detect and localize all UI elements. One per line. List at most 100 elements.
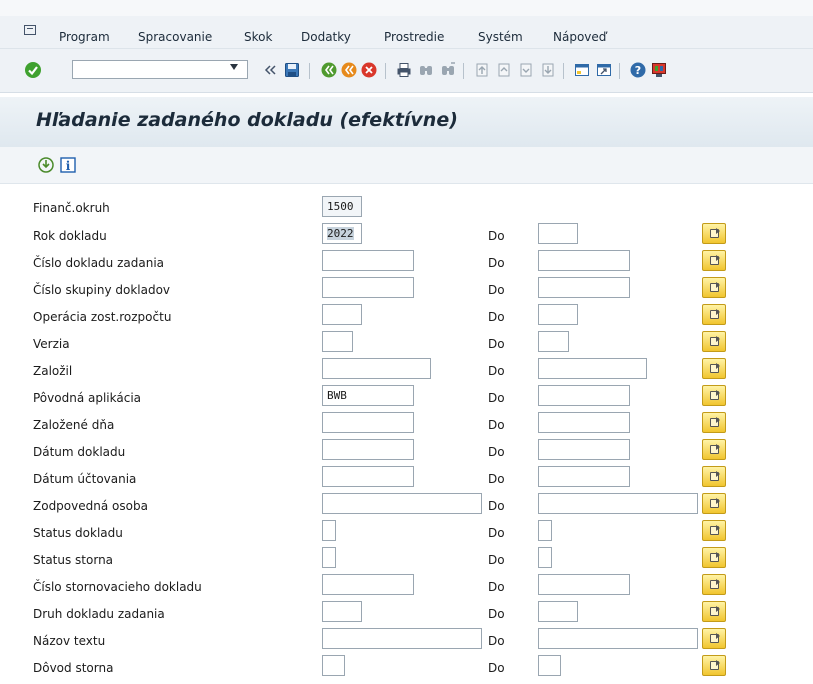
to-label: Do [488, 499, 505, 513]
status-dokladu-from-input[interactable] [322, 520, 336, 541]
operacia-zost-rozpoctu-to-input[interactable] [538, 304, 578, 325]
multiple-selection-button[interactable] [702, 304, 726, 325]
to-label: Do [488, 391, 505, 405]
zodpovedna-osoba-to-input[interactable] [538, 493, 698, 514]
menu-dodatky[interactable]: Dodatky [301, 30, 351, 44]
datum-uctovania-from-input[interactable] [322, 466, 414, 487]
cislo-dokladu-zadania-from-input[interactable] [322, 250, 414, 271]
multiple-selection-button[interactable] [702, 601, 726, 622]
svg-text:?: ? [635, 64, 641, 77]
multiple-selection-button[interactable] [702, 331, 726, 352]
rok-dokladu-from-input[interactable]: 2022 [322, 223, 362, 244]
menu-program[interactable]: Program [59, 30, 110, 44]
field-label: Verzia [33, 337, 70, 351]
cislo-stornovacieho-dokladu-from-input[interactable] [322, 574, 414, 595]
rok-dokladu-to-input[interactable] [538, 223, 578, 244]
standard-toolbar: ? [0, 49, 813, 93]
first-page-icon[interactable] [474, 62, 490, 78]
multiple-selection-button[interactable] [702, 223, 726, 244]
zodpovedna-osoba-from-input[interactable] [322, 493, 482, 514]
field-label: Pôvodná aplikácia [33, 391, 141, 405]
print-icon[interactable] [396, 62, 412, 78]
execute-icon[interactable] [38, 157, 54, 173]
info-icon[interactable]: i [60, 157, 76, 173]
enter-check-icon[interactable] [24, 61, 42, 79]
cislo-skupiny-dokladov-from-input[interactable] [322, 277, 414, 298]
svg-text:i: i [66, 159, 71, 173]
multiple-selection-button[interactable] [702, 628, 726, 649]
cancel-icon[interactable] [361, 62, 377, 78]
command-field[interactable] [72, 60, 248, 79]
multiple-selection-button[interactable] [702, 493, 726, 514]
multiple-selection-button[interactable] [702, 385, 726, 406]
cislo-skupiny-dokladov-to-input[interactable] [538, 277, 630, 298]
menu-napoved[interactable]: Nápoveď [553, 30, 606, 44]
multiple-selection-button[interactable] [702, 277, 726, 298]
multiple-selection-button[interactable] [702, 574, 726, 595]
multiple-selection-button[interactable] [702, 412, 726, 433]
nazov-textu-from-input[interactable] [322, 628, 482, 649]
druh-dokladu-zadania-to-input[interactable] [538, 601, 578, 622]
find-icon[interactable] [418, 62, 434, 78]
zalozene-dna-from-input[interactable] [322, 412, 414, 433]
to-label: Do [488, 526, 505, 540]
collapse-icon[interactable] [262, 62, 278, 78]
verzia-from-input[interactable] [322, 331, 353, 352]
help-icon[interactable]: ? [630, 62, 646, 78]
multiple-selection-button[interactable] [702, 358, 726, 379]
dovod-storna-to-input[interactable] [538, 655, 561, 676]
druh-dokladu-zadania-from-input[interactable] [322, 601, 362, 622]
finanacny-okruh-input[interactable]: 1500 [322, 196, 362, 217]
multiple-selection-button[interactable] [702, 547, 726, 568]
datum-uctovania-to-input[interactable] [538, 466, 630, 487]
povodna-aplikacia-from-input[interactable]: BWB [322, 385, 414, 406]
field-label: Dátum účtovania [33, 472, 137, 486]
menu-skok[interactable]: Skok [244, 30, 272, 44]
next-page-icon[interactable] [518, 62, 534, 78]
povodna-aplikacia-to-input[interactable] [538, 385, 630, 406]
new-session-icon[interactable] [574, 62, 590, 78]
multiple-selection-button[interactable] [702, 520, 726, 541]
multiple-selection-button[interactable] [702, 439, 726, 460]
customize-layout-icon[interactable] [651, 62, 667, 78]
last-page-icon[interactable] [540, 62, 556, 78]
multiple-selection-button[interactable] [702, 466, 726, 487]
status-storna-to-input[interactable] [538, 547, 552, 568]
page-title: Hľadanie zadaného dokladu (efektívne) [36, 109, 458, 131]
field-label: Číslo stornovacieho dokladu [33, 580, 202, 594]
back-icon[interactable] [321, 62, 337, 78]
to-label: Do [488, 337, 505, 351]
to-label: Do [488, 229, 505, 243]
operacia-zost-rozpoctu-from-input[interactable] [322, 304, 362, 325]
status-dokladu-to-input[interactable] [538, 520, 552, 541]
multiple-selection-button[interactable] [702, 250, 726, 271]
multiple-selection-button[interactable] [702, 655, 726, 676]
field-label: Názov textu [33, 634, 106, 648]
shortcut-icon[interactable] [596, 62, 612, 78]
field-label: Dôvod storna [33, 661, 114, 675]
zalozil-to-input[interactable] [538, 358, 647, 379]
save-icon[interactable] [284, 62, 300, 78]
verzia-to-input[interactable] [538, 331, 569, 352]
to-label: Do [488, 580, 505, 594]
exit-icon[interactable] [341, 62, 357, 78]
menu-system[interactable]: Systém [478, 30, 523, 44]
previous-page-icon[interactable] [496, 62, 512, 78]
dovod-storna-from-input[interactable] [322, 655, 345, 676]
datum-dokladu-to-input[interactable] [538, 439, 630, 460]
find-next-icon[interactable] [440, 62, 456, 78]
menu-spracovanie[interactable]: Spracovanie [138, 30, 212, 44]
command-dropdown-icon[interactable] [230, 64, 238, 70]
zalozene-dna-to-input[interactable] [538, 412, 630, 433]
cislo-stornovacieho-dokladu-to-input[interactable] [538, 574, 630, 595]
to-label: Do [488, 472, 505, 486]
cislo-dokladu-zadania-to-input[interactable] [538, 250, 630, 271]
field-label: Dátum dokladu [33, 445, 126, 459]
system-menu-icon[interactable] [24, 25, 36, 35]
to-label: Do [488, 256, 505, 270]
zalozil-from-input[interactable] [322, 358, 431, 379]
nazov-textu-to-input[interactable] [538, 628, 698, 649]
datum-dokladu-from-input[interactable] [322, 439, 414, 460]
status-storna-from-input[interactable] [322, 547, 336, 568]
menu-prostredie[interactable]: Prostredie [384, 30, 444, 44]
